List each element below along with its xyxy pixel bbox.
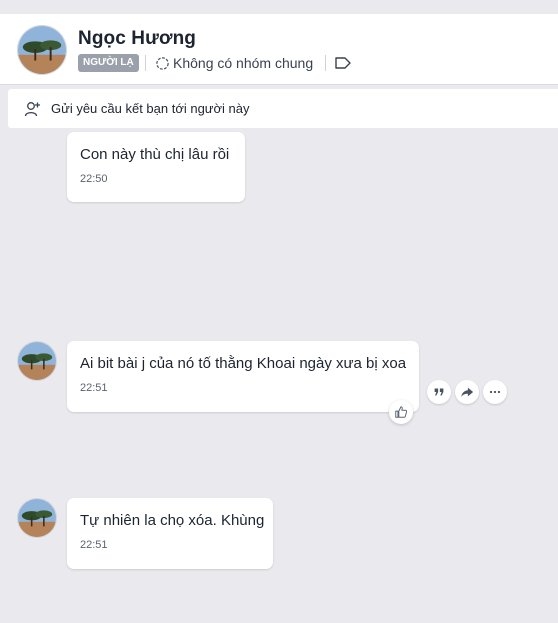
message-time: 22:51	[80, 539, 108, 551]
reaction-button[interactable]	[389, 400, 413, 424]
common-groups-label: Không có nhóm chung	[173, 55, 314, 71]
chat-header: Ngọc Hương NGƯỜI LẠ Không có nhóm chung	[0, 14, 558, 85]
avatar-image	[18, 342, 56, 380]
common-groups[interactable]: Không có nhóm chung	[155, 54, 313, 72]
divider	[145, 55, 146, 71]
message-text: Ai bit bài j của nó tố thằng Khoai ngày …	[80, 355, 407, 372]
avatar-image	[18, 26, 66, 74]
dashed-circle-icon	[156, 56, 169, 70]
stranger-badge: NGƯỜI LẠ	[78, 54, 139, 72]
more-icon	[489, 390, 501, 394]
add-user-icon	[24, 101, 40, 116]
quote-icon	[434, 388, 444, 396]
more-options-button[interactable]	[483, 380, 507, 404]
avatar-image	[18, 499, 56, 537]
contact-name[interactable]: Ngọc Hương	[78, 28, 196, 50]
divider	[325, 55, 326, 71]
message-bubble[interactable]: Con này thù chị lâu rồi 22:50	[67, 132, 245, 202]
message-time: 22:51	[80, 382, 108, 394]
message-text: Tự nhiên la chọ xóa. Khùng	[80, 512, 265, 529]
message-bubble[interactable]: Ai bit bài j của nó tố thằng Khoai ngày …	[67, 341, 419, 412]
share-button[interactable]	[455, 380, 479, 404]
message-text: Con này thù chị lâu rồi	[80, 146, 230, 163]
friend-request-bar[interactable]: Gửi yêu cầu kết bạn tới người này	[8, 89, 558, 128]
message-bubble[interactable]: Tự nhiên la chọ xóa. Khùng 22:51	[67, 498, 273, 569]
sender-avatar[interactable]	[17, 498, 57, 538]
friend-request-label: Gửi yêu cầu kết bạn tới người này	[51, 101, 250, 116]
share-icon	[461, 387, 474, 397]
contact-avatar[interactable]	[17, 25, 67, 75]
sender-avatar[interactable]	[17, 341, 57, 381]
message-time: 22:50	[80, 173, 108, 185]
quote-button[interactable]	[427, 380, 451, 404]
label-tag-icon[interactable]	[334, 55, 352, 71]
thumbs-up-icon	[395, 406, 408, 418]
